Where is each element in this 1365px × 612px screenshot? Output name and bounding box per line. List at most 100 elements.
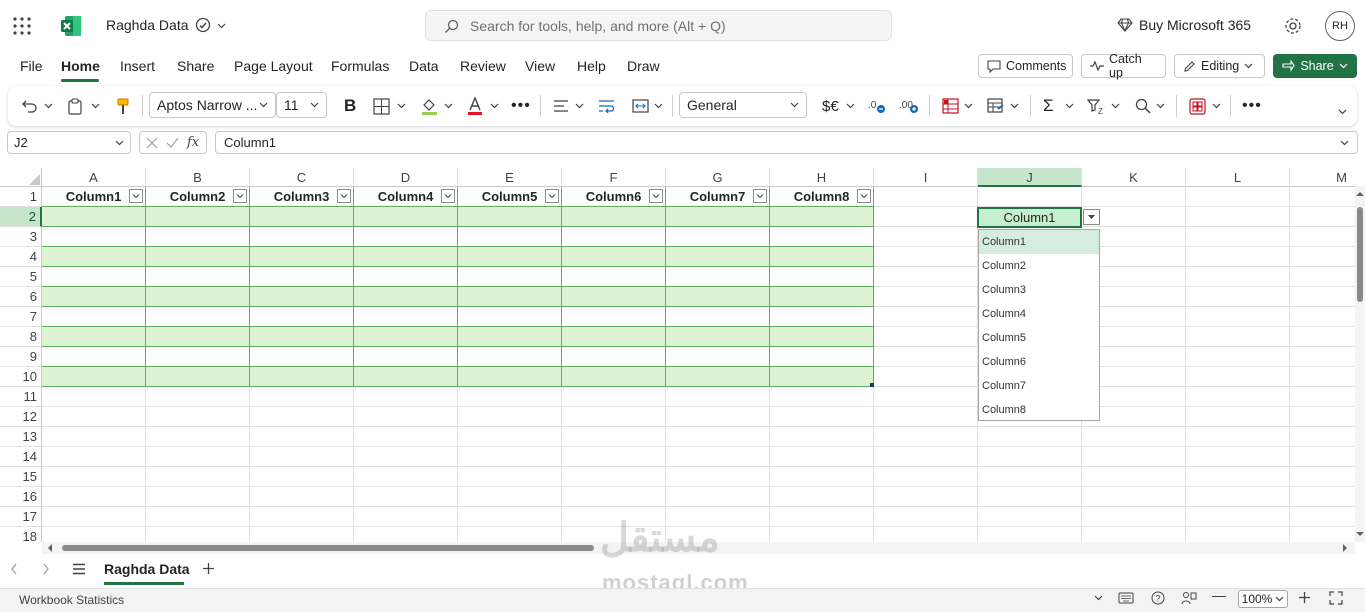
chevron-down-icon[interactable] (575, 96, 584, 116)
grid-cell[interactable] (1186, 207, 1290, 227)
grid-cell[interactable] (1290, 387, 1357, 407)
grid-cell[interactable] (874, 327, 978, 347)
grid-cell[interactable] (250, 267, 354, 287)
grid-cell[interactable] (458, 447, 562, 467)
confirm-check-icon[interactable] (166, 137, 179, 149)
accessibility-icon[interactable] (1181, 591, 1197, 605)
more-options-icon[interactable]: ••• (1242, 96, 1262, 116)
grid-cell[interactable] (770, 407, 874, 427)
row-header[interactable]: 8 (0, 327, 42, 347)
grid-cell[interactable] (874, 267, 978, 287)
zoom-select[interactable]: 100% (1238, 590, 1288, 608)
grid-cell[interactable] (250, 387, 354, 407)
grid-cell[interactable] (666, 267, 770, 287)
grid-cell[interactable] (1186, 187, 1290, 207)
grid-cell[interactable] (354, 367, 458, 387)
grid-cell[interactable] (562, 367, 666, 387)
grid-cell[interactable] (666, 467, 770, 487)
grid-cell[interactable] (42, 427, 146, 447)
grid-cell[interactable] (146, 407, 250, 427)
filter-dropdown-icon[interactable] (649, 189, 663, 203)
grid-cell[interactable] (1082, 187, 1186, 207)
grid-cell[interactable] (978, 487, 1082, 507)
zoom-out-icon[interactable] (1212, 596, 1226, 598)
increase-decimal-icon[interactable]: .00 (899, 96, 919, 116)
chevron-down-icon[interactable] (91, 96, 100, 116)
grid-cell[interactable] (1290, 267, 1357, 287)
catch-up-button[interactable]: Catch up (1081, 52, 1166, 80)
grid-cell[interactable] (1290, 207, 1357, 227)
grid-cell[interactable] (666, 367, 770, 387)
grid-cell[interactable] (978, 187, 1082, 207)
keyboard-icon[interactable] (1118, 592, 1134, 604)
grid-cell[interactable] (770, 267, 874, 287)
grid-cell[interactable] (770, 447, 874, 467)
grid-cell[interactable] (146, 367, 250, 387)
selected-cell-j2[interactable]: Column1 (977, 207, 1082, 228)
column-header[interactable]: F (562, 168, 666, 187)
grid-cell[interactable] (562, 307, 666, 327)
row-header[interactable]: 15 (0, 467, 42, 487)
grid-cell[interactable] (458, 287, 562, 307)
chevron-down-icon[interactable] (217, 23, 226, 29)
grid-cell[interactable] (354, 287, 458, 307)
row-header[interactable]: 17 (0, 507, 42, 527)
grid-cell[interactable] (770, 367, 874, 387)
chevron-down-icon[interactable] (1065, 96, 1074, 116)
grid-cell[interactable] (1290, 187, 1357, 207)
grid-cell[interactable] (874, 367, 978, 387)
row-header[interactable]: 1 (0, 187, 42, 207)
grid-cell[interactable] (770, 467, 874, 487)
editing-mode-button[interactable]: Editing (1174, 54, 1265, 78)
grid-cell[interactable] (978, 467, 1082, 487)
borders-icon[interactable] (373, 96, 390, 116)
grid-cell[interactable] (1290, 347, 1357, 367)
chevron-down-icon[interactable] (1212, 96, 1221, 116)
table-header-cell[interactable]: Column4 (354, 187, 458, 207)
share-button[interactable]: Share (1273, 54, 1357, 78)
tab-share[interactable]: Share (177, 58, 214, 74)
grid-cell[interactable] (458, 207, 562, 227)
grid-cell[interactable] (666, 287, 770, 307)
grid-cell[interactable] (458, 427, 562, 447)
grid-cell[interactable] (562, 227, 666, 247)
column-header[interactable]: L (1186, 168, 1290, 187)
autosum-icon[interactable]: Σ (1043, 96, 1054, 116)
grid-cell[interactable] (458, 387, 562, 407)
add-sheet-icon[interactable] (202, 562, 215, 575)
list-item[interactable]: Column6 (979, 350, 1099, 374)
grid-cell[interactable] (874, 347, 978, 367)
tab-insert[interactable]: Insert (120, 58, 155, 74)
grid-cell[interactable] (458, 487, 562, 507)
grid-cell[interactable] (562, 427, 666, 447)
grid-cell[interactable] (354, 467, 458, 487)
grid-cell[interactable] (874, 287, 978, 307)
grid-cell[interactable] (978, 527, 1082, 542)
grid-cell[interactable] (1290, 427, 1357, 447)
grid-cell[interactable] (874, 207, 978, 227)
align-icon[interactable] (553, 96, 569, 116)
grid-cell[interactable] (562, 287, 666, 307)
grid-cell[interactable] (770, 207, 874, 227)
grid-cell[interactable] (354, 207, 458, 227)
grid-cell[interactable] (250, 207, 354, 227)
decrease-decimal-icon[interactable]: .0 (868, 96, 886, 116)
tab-draw[interactable]: Draw (627, 58, 660, 74)
all-sheets-menu-icon[interactable] (72, 563, 86, 575)
wrap-text-icon[interactable] (598, 96, 616, 116)
grid-cell[interactable] (250, 227, 354, 247)
grid-cell[interactable] (42, 267, 146, 287)
filter-dropdown-icon[interactable] (441, 189, 455, 203)
sort-filter-icon[interactable]: Z (1087, 96, 1105, 116)
grid-cell[interactable] (874, 247, 978, 267)
grid-cell[interactable] (146, 467, 250, 487)
row-header[interactable]: 5 (0, 267, 42, 287)
grid-cell[interactable] (354, 427, 458, 447)
grid-cell[interactable] (250, 347, 354, 367)
more-options-icon[interactable]: ••• (511, 96, 531, 116)
font-size-select[interactable]: 11 (276, 92, 327, 118)
grid-cell[interactable] (1186, 527, 1290, 542)
filter-dropdown-icon[interactable] (233, 189, 247, 203)
list-dropdown-button[interactable] (1083, 209, 1100, 225)
grid-cell[interactable] (1186, 227, 1290, 247)
